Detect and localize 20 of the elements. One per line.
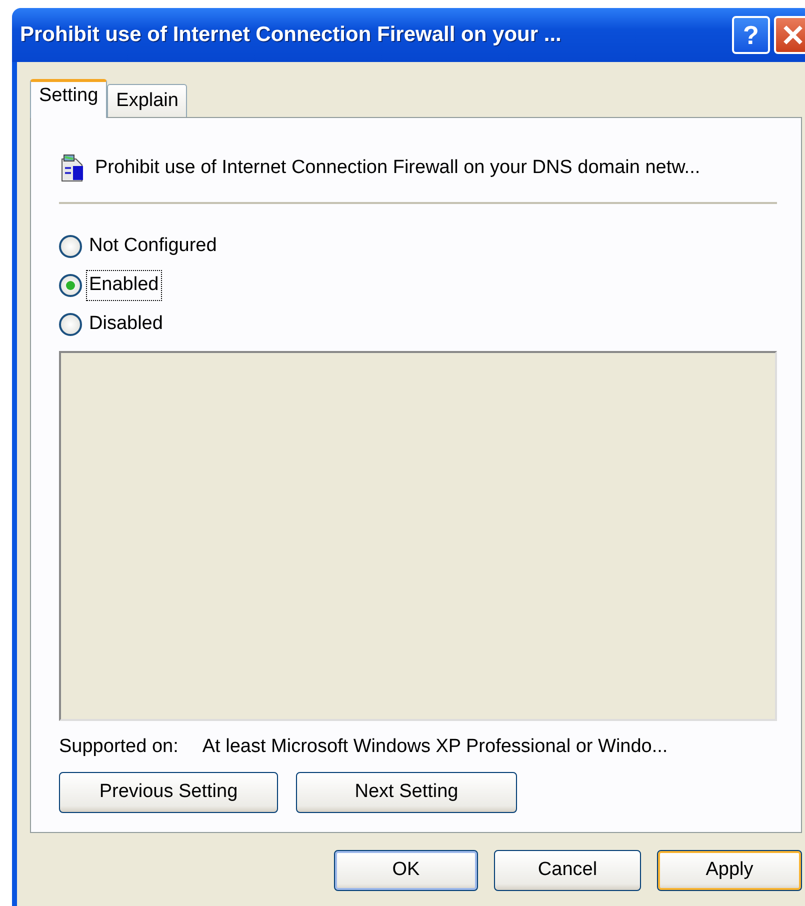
close-button[interactable] — [774, 16, 805, 54]
radio-button[interactable] — [59, 313, 82, 336]
next-setting-button[interactable]: Next Setting — [296, 772, 517, 812]
dialog-button[interactable]: Apply — [657, 850, 802, 891]
dialog-button[interactable]: OK — [334, 850, 478, 891]
supported-on-label: Supported on: — [59, 735, 178, 759]
tab[interactable]: Explain — [107, 84, 188, 117]
radio-label[interactable]: Not Configured — [86, 231, 220, 262]
previous-setting-button[interactable]: Previous Setting — [59, 772, 278, 812]
window-title: Prohibit use of Internet Connection Firewall on your ... — [20, 22, 562, 48]
supported-on-value: At least Microsoft Windows XP Professional or Windo... — [202, 735, 668, 759]
radio-label[interactable]: Enabled — [86, 270, 162, 301]
radio-button[interactable] — [59, 274, 82, 297]
close-icon — [782, 24, 804, 46]
tab[interactable]: Setting — [30, 79, 108, 118]
radio-button[interactable] — [59, 235, 82, 258]
dialog-button[interactable]: Cancel — [494, 850, 641, 891]
policy-name: Prohibit use of Internet Connection Firewall on your DNS domain netw... — [95, 156, 700, 180]
radio-label[interactable]: Disabled — [86, 309, 166, 340]
help-button[interactable]: ? — [732, 16, 770, 54]
